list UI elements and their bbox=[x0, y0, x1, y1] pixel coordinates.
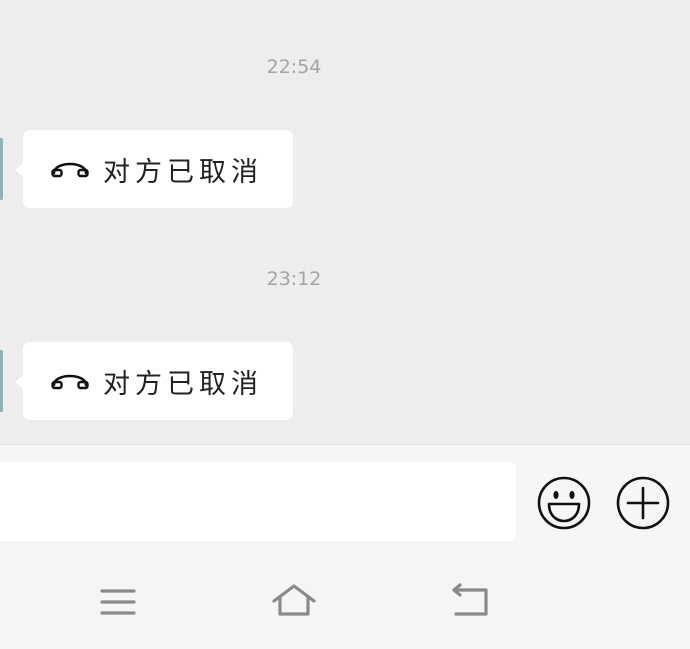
menu-icon[interactable] bbox=[91, 580, 145, 624]
call-status-text: 对方已取消 bbox=[103, 368, 263, 400]
home-icon[interactable] bbox=[267, 580, 321, 624]
plus-circle-icon[interactable] bbox=[615, 475, 671, 531]
chat-area[interactable]: 22:54 对方已取消 23:12 对方已取消 bbox=[0, 0, 690, 444]
system-nav-bar bbox=[0, 558, 690, 649]
message-timestamp: 23:12 bbox=[266, 268, 322, 290]
message-input-bar bbox=[0, 444, 690, 558]
back-icon[interactable] bbox=[444, 580, 498, 624]
message-input[interactable] bbox=[0, 462, 516, 541]
contact-avatar[interactable] bbox=[0, 350, 3, 412]
hangup-phone-icon bbox=[51, 162, 89, 178]
hangup-phone-icon bbox=[51, 374, 89, 390]
smiley-face-icon[interactable] bbox=[536, 475, 592, 531]
call-status-bubble[interactable]: 对方已取消 bbox=[15, 130, 293, 208]
call-status-text: 对方已取消 bbox=[103, 156, 263, 188]
call-status-bubble[interactable]: 对方已取消 bbox=[15, 342, 293, 420]
contact-avatar[interactable] bbox=[0, 138, 3, 200]
message-timestamp: 22:54 bbox=[266, 56, 322, 78]
